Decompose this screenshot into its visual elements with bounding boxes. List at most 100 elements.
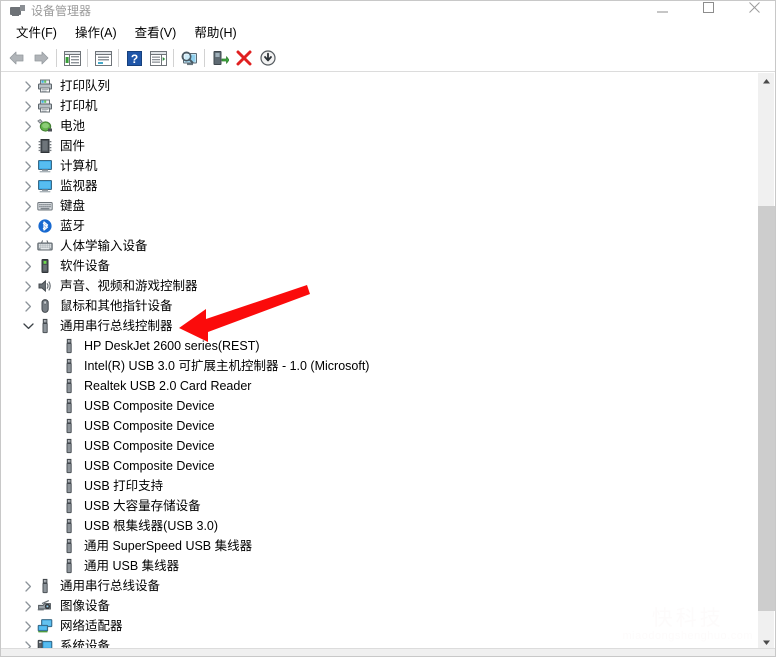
separator-2 xyxy=(87,49,88,67)
usb-icon xyxy=(36,316,54,336)
tree-row[interactable]: HP DeskJet 2600 series(REST) xyxy=(2,336,758,356)
network-adapter-icon xyxy=(36,616,54,636)
back-arrow-icon[interactable] xyxy=(5,46,29,70)
uninstall-device-icon[interactable] xyxy=(232,46,256,70)
bluetooth-icon xyxy=(36,216,54,236)
show-hide-console-tree-icon[interactable] xyxy=(60,46,84,70)
svg-text:?: ? xyxy=(130,52,137,66)
tree-row[interactable]: 通用 USB 集线器 xyxy=(2,556,758,576)
scroll-thumb[interactable] xyxy=(758,206,775,611)
chevron-right-icon[interactable] xyxy=(20,236,36,256)
title-bar: 设备管理器 xyxy=(1,1,776,22)
firmware-chip-icon xyxy=(36,136,54,156)
maximize-icon[interactable] xyxy=(685,0,731,22)
tree-row[interactable]: 软件设备 xyxy=(2,256,758,276)
software-device-icon xyxy=(36,256,54,276)
vertical-scrollbar[interactable] xyxy=(757,73,774,651)
tree-row[interactable]: 通用串行总线设备 xyxy=(2,576,758,596)
tree-row[interactable]: Intel(R) USB 3.0 可扩展主机控制器 - 1.0 (Microso… xyxy=(2,356,758,376)
tree-row[interactable]: USB 大容量存储设备 xyxy=(2,496,758,516)
chevron-right-icon[interactable] xyxy=(20,296,36,316)
menu-file[interactable]: 文件(F) xyxy=(7,23,66,44)
tree-row-label: USB Composite Device xyxy=(84,396,215,416)
chevron-right-icon[interactable] xyxy=(20,596,36,616)
menu-view[interactable]: 查看(V) xyxy=(126,23,186,44)
show-hide-action-pane-icon[interactable] xyxy=(146,46,170,70)
tree-row-label: 声音、视频和游戏控制器 xyxy=(60,276,198,296)
speaker-icon xyxy=(36,276,54,296)
tree-row[interactable]: USB 打印支持 xyxy=(2,476,758,496)
chevron-right-icon[interactable] xyxy=(20,76,36,96)
menu-bar: 文件(F) 操作(A) 查看(V) 帮助(H) xyxy=(1,22,776,45)
forward-arrow-icon[interactable] xyxy=(29,46,53,70)
chevron-right-icon[interactable] xyxy=(20,216,36,236)
device-tree: 打印队列打印机电池固件计算机监视器键盘蓝牙人体学输入设备软件设备声音、视频和游戏… xyxy=(2,73,758,651)
help-icon[interactable]: ? xyxy=(122,46,146,70)
chevron-right-icon[interactable] xyxy=(20,96,36,116)
separator-4 xyxy=(173,49,174,67)
device-manager-window: 设备管理器 文件(F) 操作(A) 查看(V) 帮助(H) xyxy=(0,0,776,657)
tree-row-label: 图像设备 xyxy=(60,596,110,616)
tree-row[interactable]: 电池 xyxy=(2,116,758,136)
tree-row-label: 固件 xyxy=(60,136,85,156)
usb-icon xyxy=(60,536,78,556)
minimize-icon[interactable] xyxy=(639,0,685,22)
close-icon[interactable] xyxy=(731,0,776,22)
tree-row[interactable]: 监视器 xyxy=(2,176,758,196)
tree-row[interactable]: USB Composite Device xyxy=(2,416,758,436)
menu-help[interactable]: 帮助(H) xyxy=(185,23,245,44)
menu-action[interactable]: 操作(A) xyxy=(66,23,126,44)
usb-icon xyxy=(60,416,78,436)
toolbar: ? xyxy=(1,45,776,72)
usb-icon xyxy=(60,336,78,356)
tree-row-label: 计算机 xyxy=(60,156,98,176)
tree-row[interactable]: USB Composite Device xyxy=(2,396,758,416)
separator-3 xyxy=(118,49,119,67)
tree-row-label: 打印机 xyxy=(60,96,98,116)
monitor-icon xyxy=(36,176,54,196)
tree-row[interactable]: 通用 SuperSpeed USB 集线器 xyxy=(2,536,758,556)
tree-row[interactable]: 通用串行总线控制器 xyxy=(2,316,758,336)
chevron-right-icon[interactable] xyxy=(20,616,36,636)
tree-row[interactable]: 鼠标和其他指针设备 xyxy=(2,296,758,316)
scan-for-hardware-changes-icon[interactable] xyxy=(177,46,201,70)
tree-row-label: USB Composite Device xyxy=(84,436,215,456)
usb-icon xyxy=(60,456,78,476)
usb-icon xyxy=(60,476,78,496)
watermark-line2: miaodongshenghuo.com xyxy=(623,630,753,642)
tree-row[interactable]: USB Composite Device xyxy=(2,436,758,456)
chevron-right-icon[interactable] xyxy=(20,256,36,276)
chevron-right-icon[interactable] xyxy=(20,136,36,156)
tree-row-label: HP DeskJet 2600 series(REST) xyxy=(84,336,260,356)
chevron-right-icon[interactable] xyxy=(20,276,36,296)
disable-device-icon[interactable] xyxy=(256,46,280,70)
tree-row[interactable]: 计算机 xyxy=(2,156,758,176)
watermark: 快科技 miaodongshenghuo.com xyxy=(623,608,753,642)
tree-row[interactable]: 固件 xyxy=(2,136,758,156)
watermark-line1: 快科技 xyxy=(623,608,753,630)
tree-row-label: USB 大容量存储设备 xyxy=(84,496,201,516)
chevron-right-icon[interactable] xyxy=(20,576,36,596)
device-tree-pane[interactable]: 打印队列打印机电池固件计算机监视器键盘蓝牙人体学输入设备软件设备声音、视频和游戏… xyxy=(2,73,758,651)
tree-row[interactable]: 打印机 xyxy=(2,96,758,116)
tree-row-label: USB 根集线器(USB 3.0) xyxy=(84,516,218,536)
tree-row[interactable]: 键盘 xyxy=(2,196,758,216)
chevron-right-icon[interactable] xyxy=(20,176,36,196)
scroll-up-icon[interactable] xyxy=(758,73,775,90)
tree-row-label: 监视器 xyxy=(60,176,98,196)
properties-icon[interactable] xyxy=(91,46,115,70)
chevron-down-icon[interactable] xyxy=(20,316,36,336)
tree-row[interactable]: USB 根集线器(USB 3.0) xyxy=(2,516,758,536)
tree-row[interactable]: 蓝牙 xyxy=(2,216,758,236)
tree-row[interactable]: 打印队列 xyxy=(2,76,758,96)
tree-row[interactable]: 声音、视频和游戏控制器 xyxy=(2,276,758,296)
printer-queue-icon xyxy=(36,76,54,96)
tree-row[interactable]: Realtek USB 2.0 Card Reader xyxy=(2,376,758,396)
chevron-right-icon[interactable] xyxy=(20,116,36,136)
tree-row[interactable]: USB Composite Device xyxy=(2,456,758,476)
status-strip xyxy=(1,648,776,656)
chevron-right-icon[interactable] xyxy=(20,156,36,176)
update-driver-icon[interactable] xyxy=(208,46,232,70)
chevron-right-icon[interactable] xyxy=(20,196,36,216)
tree-row[interactable]: 人体学输入设备 xyxy=(2,236,758,256)
